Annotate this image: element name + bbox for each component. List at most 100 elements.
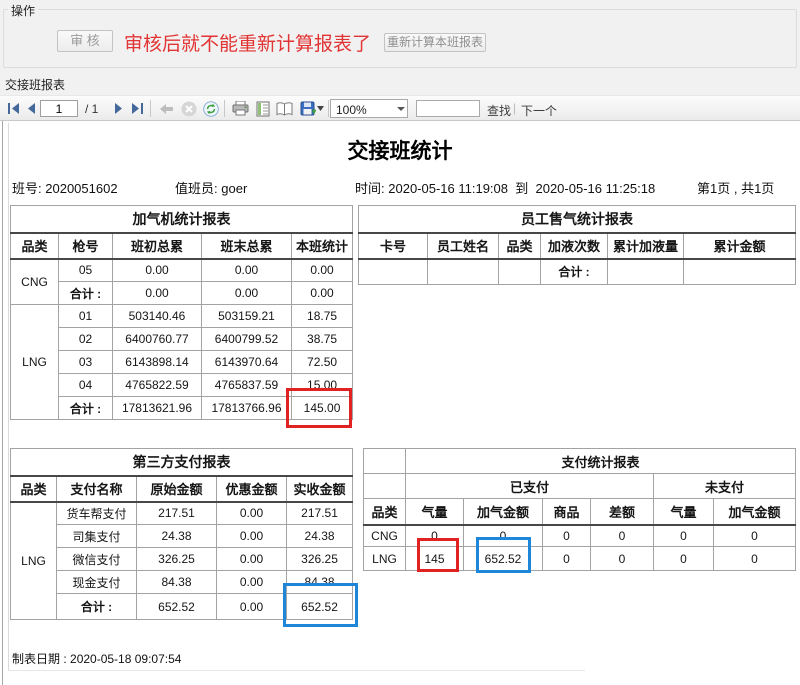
report-made-date: 制表日期 : 2020-05-18 09:07:54 bbox=[12, 650, 181, 667]
col-header: 气量 bbox=[654, 499, 714, 525]
cell: 0 bbox=[714, 547, 796, 571]
shift-number-value: 2020051602 bbox=[45, 181, 117, 196]
operation-panel: 操作 审 核 审核后就不能重新计算报表了 重新计算本班报表 bbox=[0, 0, 800, 70]
recalculate-report-button[interactable]: 重新计算本班报表 bbox=[384, 33, 486, 52]
total-label-cell: 合计 : bbox=[59, 397, 113, 420]
cell: 0 bbox=[543, 547, 591, 571]
col-header: 加液次数 bbox=[541, 233, 608, 259]
cell: 0.00 bbox=[217, 525, 287, 548]
table-group-row: 已支付 未支付 bbox=[364, 474, 796, 499]
operator-label: 值班员: bbox=[175, 181, 218, 196]
cell: 4765837.59 bbox=[202, 374, 292, 397]
back-icon[interactable] bbox=[158, 100, 175, 117]
cell: 6400760.77 bbox=[113, 328, 202, 351]
tab-strip: 交接班报表 bbox=[0, 70, 800, 95]
refresh-icon[interactable] bbox=[202, 100, 219, 117]
table-title: 员工售气统计报表 bbox=[359, 206, 796, 233]
cell: 217.51 bbox=[287, 502, 353, 525]
find-button[interactable]: 查找 bbox=[487, 102, 511, 119]
cell: 6143898.14 bbox=[113, 351, 202, 374]
table-row: LNG 货车帮支付 217.51 0.00 217.51 bbox=[11, 502, 353, 525]
time-to-label: 到 bbox=[515, 181, 528, 196]
next-page-icon[interactable] bbox=[110, 100, 127, 117]
employee-sales-table: 员工售气统计报表 卡号 员工姓名 品类 加液次数 累计加液量 累计金额 合计 : bbox=[358, 205, 796, 285]
print-icon[interactable] bbox=[232, 100, 249, 117]
category-cell: LNG bbox=[11, 502, 57, 620]
export-save-icon[interactable] bbox=[299, 100, 316, 117]
search-input[interactable] bbox=[416, 100, 480, 117]
table-header-row: 品类 枪号 班初总累 班末总累 本班统计 bbox=[11, 233, 353, 259]
cell: 03 bbox=[59, 351, 113, 374]
time-end: 2020-05-16 11:25:18 bbox=[535, 181, 655, 196]
cell: 01 bbox=[59, 305, 113, 328]
col-header: 优惠金额 bbox=[217, 476, 287, 502]
cell: 0.00 bbox=[292, 282, 353, 305]
table-title-row: 第三方支付报表 bbox=[11, 449, 353, 476]
cell: 02 bbox=[59, 328, 113, 351]
cell: 0 bbox=[654, 547, 714, 571]
cell: 0 bbox=[714, 525, 796, 547]
last-page-icon[interactable] bbox=[128, 100, 145, 117]
table-row: 司集支付 24.38 0.00 24.38 bbox=[11, 525, 353, 548]
highlight-red-paid-volume bbox=[417, 538, 459, 572]
cell: 04 bbox=[59, 374, 113, 397]
cell bbox=[608, 259, 684, 285]
cell: 司集支付 bbox=[57, 525, 137, 548]
table-row: 合计 : bbox=[359, 259, 796, 285]
zoom-value: 100% bbox=[336, 103, 367, 117]
cell: 217.51 bbox=[137, 502, 217, 525]
table-row: 03 6143898.14 6143970.64 72.50 bbox=[11, 351, 353, 374]
operator-value: goer bbox=[221, 181, 247, 196]
table-title-row: 员工售气统计报表 bbox=[359, 206, 796, 233]
cell: 0.00 bbox=[217, 594, 287, 620]
cell: 17813621.96 bbox=[113, 397, 202, 420]
empty-cell bbox=[364, 449, 406, 474]
toolbar-separator bbox=[224, 100, 225, 117]
category-cell: CNG bbox=[364, 525, 406, 547]
page-left-edge bbox=[8, 123, 9, 671]
cell: 货车帮支付 bbox=[57, 502, 137, 525]
cell: 0.00 bbox=[202, 259, 292, 282]
col-header: 枪号 bbox=[59, 233, 113, 259]
table-header-row: 品类 支付名称 原始金额 优惠金额 实收金额 bbox=[11, 476, 353, 502]
audit-button[interactable]: 审 核 bbox=[57, 30, 113, 52]
col-header: 本班统计 bbox=[292, 233, 353, 259]
operation-group-label: 操作 bbox=[8, 2, 38, 19]
report-title: 交接班统计 bbox=[0, 135, 800, 165]
find-next-button[interactable]: 下一个 bbox=[521, 102, 557, 119]
cell bbox=[499, 259, 541, 285]
previous-page-icon[interactable] bbox=[23, 100, 40, 117]
page-number-input[interactable] bbox=[40, 100, 78, 117]
table-title: 加气机统计报表 bbox=[11, 206, 353, 233]
paid-group-header: 已支付 bbox=[406, 474, 654, 499]
first-page-icon[interactable] bbox=[6, 100, 23, 117]
page-setup-icon[interactable] bbox=[276, 100, 293, 117]
col-header: 差额 bbox=[591, 499, 654, 525]
cell bbox=[684, 259, 796, 285]
col-header: 品类 bbox=[11, 233, 59, 259]
report-toolbar: / 1 bbox=[0, 95, 800, 121]
cell: 24.38 bbox=[287, 525, 353, 548]
total-label-cell: 合计 : bbox=[57, 594, 137, 620]
col-header: 商品 bbox=[543, 499, 591, 525]
category-cell: CNG bbox=[11, 259, 59, 305]
cell: 0 bbox=[591, 525, 654, 547]
unpaid-group-header: 未支付 bbox=[654, 474, 796, 499]
cell: 503159.21 bbox=[202, 305, 292, 328]
operator: 值班员: goer bbox=[175, 178, 247, 197]
print-layout-icon[interactable] bbox=[254, 100, 271, 117]
stop-refresh-icon[interactable] bbox=[180, 100, 197, 117]
cell: 24.38 bbox=[137, 525, 217, 548]
cell: 0.00 bbox=[217, 502, 287, 525]
find-separator: | bbox=[513, 101, 516, 115]
col-header: 加气金额 bbox=[464, 499, 543, 525]
cell: 6143970.64 bbox=[202, 351, 292, 374]
zoom-select[interactable]: 100% bbox=[330, 99, 408, 118]
shift-number: 班号: 2020051602 bbox=[12, 178, 118, 197]
export-dropdown-caret[interactable] bbox=[316, 100, 324, 117]
table-header-row: 品类 气量 加气金额 商品 差额 气量 加气金额 bbox=[364, 499, 796, 525]
highlight-blue-received-total bbox=[283, 583, 358, 627]
table-title: 支付统计报表 bbox=[406, 449, 796, 474]
col-header: 累计金额 bbox=[684, 233, 796, 259]
cell: 326.25 bbox=[137, 548, 217, 571]
